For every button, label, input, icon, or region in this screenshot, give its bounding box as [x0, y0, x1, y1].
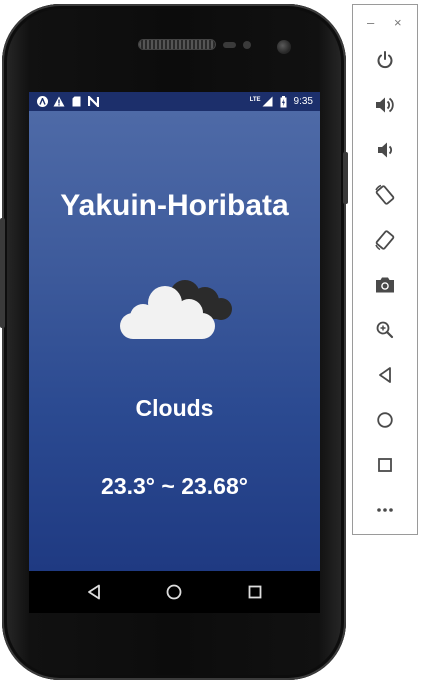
rotate-left-button[interactable] [373, 183, 397, 207]
back-triangle-icon [88, 584, 100, 600]
toolbar-back-button[interactable] [373, 363, 397, 387]
weather-app: Yakuin-Horibata Clouds 23.3° ~ 23.68° [29, 111, 320, 571]
weather-condition: Clouds [135, 395, 214, 421]
rotate-right-icon [375, 230, 395, 251]
rotate-right-button[interactable] [373, 228, 397, 252]
notification-icons [29, 96, 99, 108]
screenshot-button[interactable] [373, 273, 397, 297]
volume-down-icon [378, 142, 393, 158]
warning-icon [53, 96, 65, 108]
battery-icon [278, 95, 290, 108]
toolbar-overview-button[interactable] [373, 453, 397, 477]
emulator-stage: LTE 9:35 Yakuin-Horibata Clouds 23.3° ~ … [0, 0, 427, 687]
overview-icon [378, 458, 392, 472]
phone-power-button [343, 152, 348, 204]
light-sensor [243, 41, 251, 49]
status-bar: LTE 9:35 [29, 92, 320, 111]
network-type-label: LTE [249, 96, 261, 103]
phone-side-button-left [0, 218, 5, 328]
home-icon [377, 412, 393, 428]
minimize-button[interactable]: – [367, 15, 374, 30]
system-icons: LTE 9:35 [249, 95, 320, 108]
volume-up-icon [376, 97, 394, 113]
emulator-toolbar: – × [352, 4, 418, 535]
volume-down-button[interactable] [373, 138, 397, 162]
toolbar-window-controls: – × [353, 5, 417, 43]
back-icon [379, 367, 391, 383]
power-button[interactable] [373, 48, 397, 72]
toolbar-home-button[interactable] [373, 408, 397, 432]
nav-back-button[interactable] [81, 579, 107, 605]
n-icon [87, 96, 99, 108]
volume-up-button[interactable] [373, 93, 397, 117]
navigation-bar [29, 571, 320, 613]
power-icon [377, 51, 393, 69]
zoom-button[interactable] [373, 318, 397, 342]
more-dots-icon [377, 508, 393, 512]
more-button[interactable] [373, 498, 397, 522]
phone-screen: LTE 9:35 Yakuin-Horibata Clouds 23.3° ~ … [29, 92, 320, 571]
earpiece-speaker [139, 40, 215, 49]
zoom-icon [376, 321, 394, 339]
rotate-left-icon [375, 184, 395, 205]
status-time: 9:35 [293, 96, 313, 107]
nav-home-button[interactable] [161, 579, 187, 605]
temperature-range: 23.3° ~ 23.68° [101, 473, 248, 499]
a-circle-icon [36, 96, 48, 108]
camera-icon [376, 277, 394, 293]
signal-icon [262, 96, 274, 108]
proximity-sensor [223, 42, 236, 48]
front-camera [277, 40, 291, 54]
recents-square-icon [248, 585, 262, 599]
sd-card-icon [70, 96, 82, 108]
clouds-icon [117, 273, 237, 353]
close-button[interactable]: × [394, 15, 402, 30]
city-name: Yakuin-Horibata [60, 189, 289, 222]
home-circle-icon [166, 584, 182, 600]
nav-recents-button[interactable] [242, 579, 268, 605]
